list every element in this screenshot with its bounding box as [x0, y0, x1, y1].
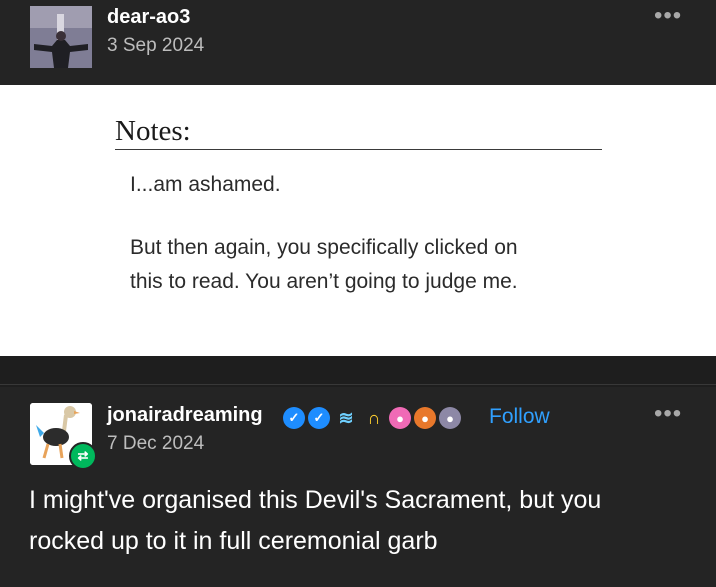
notes-image: Notes: I...am ashamed. But then again, y…: [0, 85, 716, 356]
notes-heading: Notes:: [115, 115, 191, 147]
divider-line: [0, 384, 716, 385]
post-body-line: I might've organised this Devil's Sacram…: [29, 486, 602, 514]
username[interactable]: dear-ao3: [107, 6, 190, 29]
person-with-arms-raised-icon: [30, 6, 92, 68]
notes-line: But then again, you specifically clicked…: [130, 236, 518, 259]
pink-pal-icon[interactable]: ●: [389, 407, 411, 429]
verified-icon[interactable]: ✓: [283, 407, 305, 429]
notes-line: I...am ashamed.: [130, 173, 281, 196]
headphones-icon[interactable]: ∩: [362, 407, 386, 429]
more-options-icon[interactable]: •••: [654, 402, 682, 426]
post-body-line: rocked up to it in full ceremonial garb: [29, 527, 438, 555]
reblog-icon: ⇄: [69, 442, 97, 470]
orange-pal-icon[interactable]: ●: [414, 407, 436, 429]
notes-line: this to read. You aren’t going to judge …: [130, 270, 518, 293]
heading-rule: [115, 149, 602, 150]
gray-pal-icon[interactable]: ●: [439, 407, 461, 429]
divider: [0, 356, 716, 387]
more-options-icon[interactable]: •••: [654, 4, 682, 28]
verified-icon[interactable]: ✓: [308, 407, 330, 429]
avatar[interactable]: [30, 6, 92, 68]
post-date[interactable]: 7 Dec 2024: [107, 433, 204, 455]
badge-list: ✓ ✓ ≋ ∩ ● ● ●: [283, 405, 461, 431]
post-header: dear-ao3 3 Sep 2024 •••: [0, 0, 716, 85]
follow-button[interactable]: Follow: [489, 405, 550, 429]
stack-icon[interactable]: ≋: [333, 407, 359, 429]
username[interactable]: jonairadreaming: [107, 404, 263, 427]
post-date[interactable]: 3 Sep 2024: [107, 35, 204, 57]
